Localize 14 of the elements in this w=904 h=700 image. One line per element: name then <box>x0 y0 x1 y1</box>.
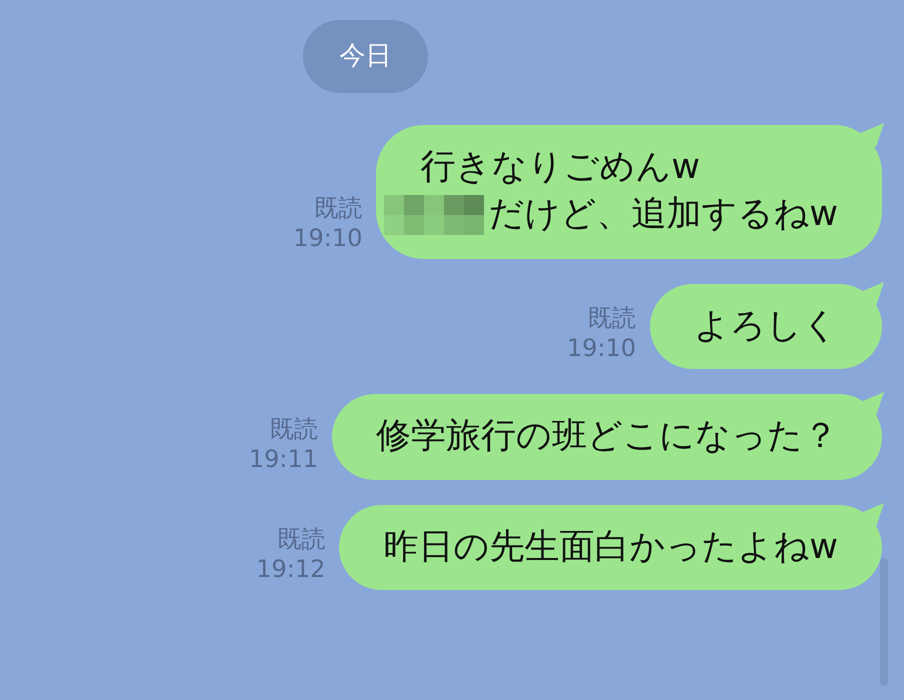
message-text: 行きなりごめんw <box>420 146 700 189</box>
date-divider: 今日 <box>303 20 428 93</box>
read-receipt: 既読 <box>270 414 318 444</box>
message-text: だけど、追加するねw <box>488 192 838 236</box>
read-receipt: 既読 <box>314 192 362 222</box>
message-time: 19:12 <box>256 554 326 584</box>
message-text: 修学旅行の班どこになった？ <box>376 415 838 458</box>
message-time: 19:10 <box>293 222 362 252</box>
message-text: よろしく <box>694 304 838 348</box>
read-receipt: 既読 <box>277 524 326 554</box>
message-text: 昨日の先生面白かったよねw <box>383 526 838 568</box>
message-time: 19:11 <box>248 444 318 474</box>
message-time: 19:10 <box>566 333 636 363</box>
read-receipt: 既読 <box>588 303 636 333</box>
